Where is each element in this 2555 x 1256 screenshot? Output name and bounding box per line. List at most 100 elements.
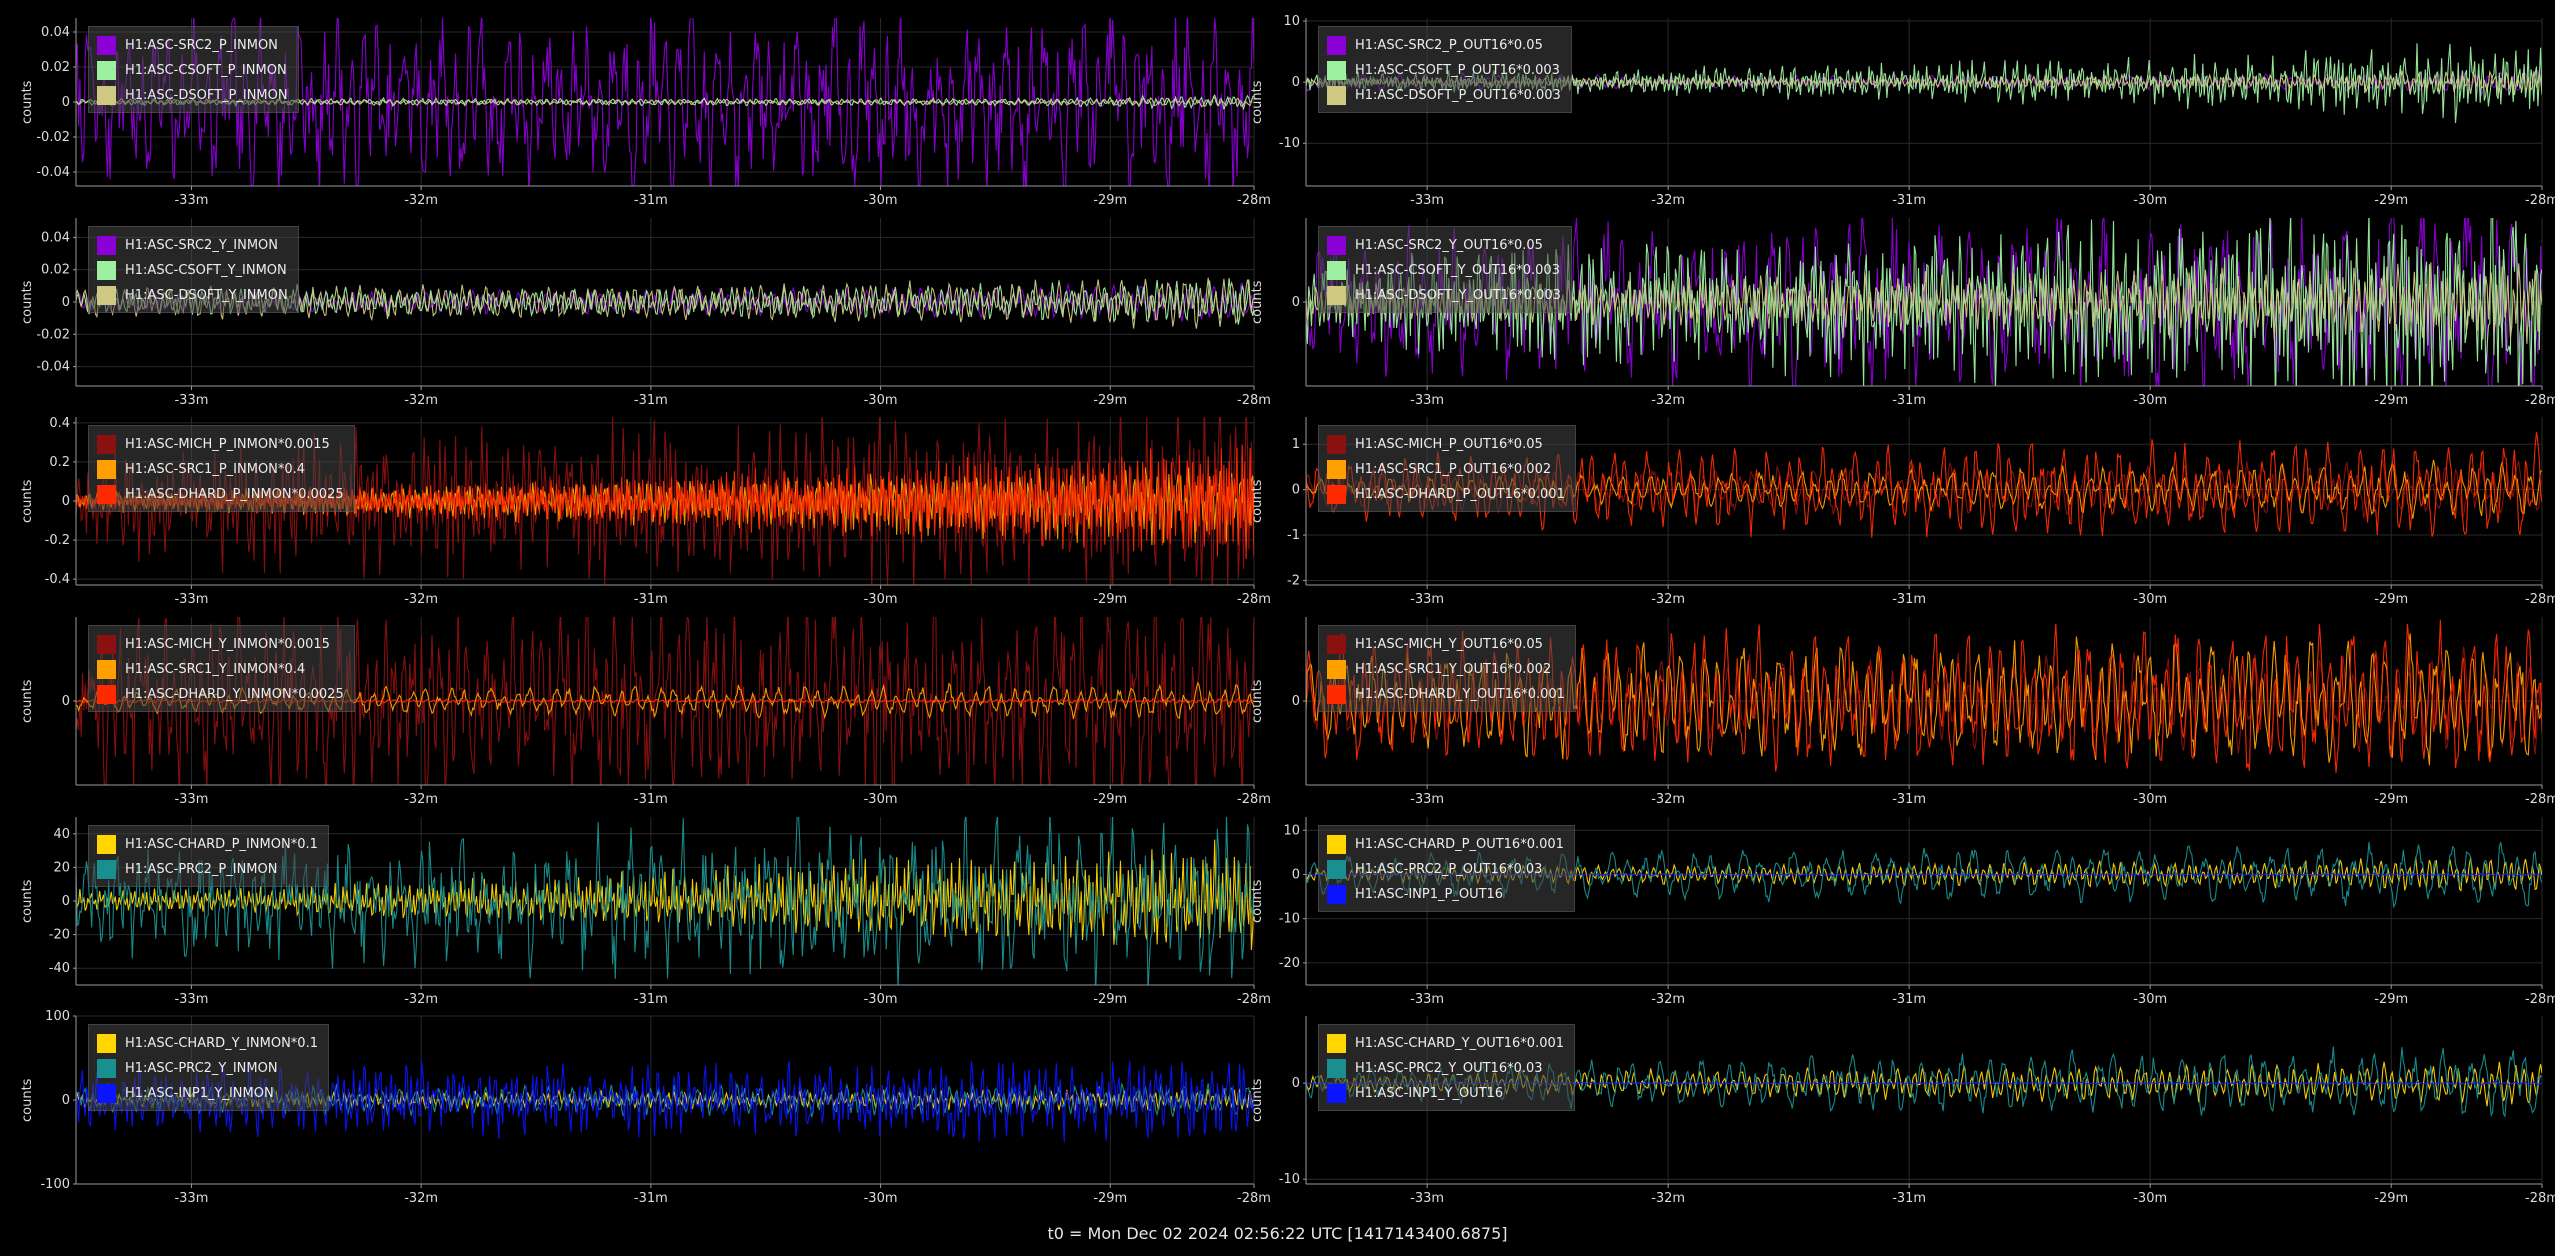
legend-entry[interactable]: H1:ASC-CSOFT_Y_OUT16*0.003 bbox=[1327, 258, 1561, 283]
legend-label: H1:ASC-MICH_P_OUT16*0.05 bbox=[1355, 437, 1543, 452]
y-tick-label: 0 bbox=[1292, 483, 1300, 498]
legend-entry[interactable]: H1:ASC-CSOFT_P_INMON bbox=[97, 58, 288, 83]
x-tick-label: -30m bbox=[2133, 193, 2167, 208]
legend-entry[interactable]: H1:ASC-INP1_P_OUT16 bbox=[1327, 882, 1564, 907]
legend-entry[interactable]: H1:ASC-CHARD_Y_OUT16*0.001 bbox=[1327, 1031, 1564, 1056]
x-tick-label: -29m bbox=[1093, 592, 1127, 607]
legend-entry[interactable]: H1:ASC-SRC1_P_INMON*0.4 bbox=[97, 457, 344, 482]
legend-entry[interactable]: H1:ASC-INP1_Y_INMON bbox=[97, 1081, 318, 1106]
legend: H1:ASC-SRC2_P_OUT16*0.05 H1:ASC-CSOFT_P_O… bbox=[1318, 26, 1572, 113]
legend-entry[interactable]: H1:ASC-SRC2_Y_OUT16*0.05 bbox=[1327, 233, 1561, 258]
x-tick-label: -28m bbox=[1237, 792, 1271, 807]
y-tick-label: 0.04 bbox=[41, 230, 70, 245]
x-tick-label: -32m bbox=[1651, 1191, 1685, 1206]
x-tick-label: -33m bbox=[174, 193, 208, 208]
legend-label: H1:ASC-SRC1_P_INMON*0.4 bbox=[125, 462, 306, 477]
y-tick-label: -100 bbox=[40, 1177, 70, 1192]
legend-swatch bbox=[1327, 61, 1346, 80]
legend-entry[interactable]: H1:ASC-CHARD_P_INMON*0.1 bbox=[97, 832, 318, 857]
legend-label: H1:ASC-MICH_P_INMON*0.0015 bbox=[125, 437, 330, 452]
y-tick-label: 0 bbox=[62, 95, 70, 110]
legend-entry[interactable]: H1:ASC-SRC2_P_OUT16*0.05 bbox=[1327, 33, 1561, 58]
legend-label: H1:ASC-MICH_Y_INMON*0.0015 bbox=[125, 637, 330, 652]
x-tick-label: -28m bbox=[2525, 393, 2555, 408]
x-tick-label: -31m bbox=[1892, 393, 1926, 408]
legend-entry[interactable]: H1:ASC-MICH_P_INMON*0.0015 bbox=[97, 432, 344, 457]
legend-swatch bbox=[97, 635, 116, 654]
legend-label: H1:ASC-DSOFT_Y_INMON bbox=[125, 288, 288, 303]
legend-entry[interactable]: H1:ASC-DSOFT_P_INMON bbox=[97, 83, 288, 108]
legend-entry[interactable]: H1:ASC-INP1_Y_OUT16 bbox=[1327, 1081, 1564, 1106]
legend-entry[interactable]: H1:ASC-PRC2_P_OUT16*0.03 bbox=[1327, 857, 1564, 882]
x-tick-label: -31m bbox=[1892, 1191, 1926, 1206]
plot-panel-10: 10 0 -10 -20 -33m -32m -31m -30m -29m -28m counts H… bbox=[1250, 817, 2555, 1007]
legend-entry[interactable]: H1:ASC-MICH_Y_INMON*0.0015 bbox=[97, 632, 344, 657]
legend-entry[interactable]: H1:ASC-DHARD_Y_OUT16*0.001 bbox=[1327, 682, 1565, 707]
plot-panel-8: 0 -33m -32m -31m -30m -29m -28m counts H1:ASC-MI… bbox=[1250, 617, 2555, 807]
x-tick-label: -31m bbox=[1892, 992, 1926, 1007]
legend-label: H1:ASC-MICH_Y_OUT16*0.05 bbox=[1355, 637, 1543, 652]
y-tick-label: 10 bbox=[1283, 14, 1300, 29]
x-tick-label: -32m bbox=[1651, 193, 1685, 208]
x-tick-label: -30m bbox=[2133, 1191, 2167, 1206]
y-tick-label: 0 bbox=[62, 295, 70, 310]
y-tick-label: 0 bbox=[62, 694, 70, 709]
legend-entry[interactable]: H1:ASC-CSOFT_Y_INMON bbox=[97, 258, 288, 283]
legend-entry[interactable]: H1:ASC-DSOFT_P_OUT16*0.003 bbox=[1327, 83, 1561, 108]
y-tick-label: 0.4 bbox=[49, 416, 70, 431]
legend-entry[interactable]: H1:ASC-DSOFT_Y_OUT16*0.003 bbox=[1327, 283, 1561, 308]
legend-entry[interactable]: H1:ASC-MICH_Y_OUT16*0.05 bbox=[1327, 632, 1565, 657]
legend-swatch bbox=[97, 685, 116, 704]
legend-entry[interactable]: H1:ASC-PRC2_Y_OUT16*0.03 bbox=[1327, 1056, 1564, 1081]
legend-label: H1:ASC-DSOFT_Y_OUT16*0.003 bbox=[1355, 288, 1561, 303]
y-tick-label: -40 bbox=[49, 961, 70, 976]
x-tick-label: -31m bbox=[634, 393, 668, 408]
legend-swatch bbox=[1327, 1059, 1346, 1078]
legend-label: H1:ASC-SRC2_Y_OUT16*0.05 bbox=[1355, 238, 1543, 253]
legend-entry[interactable]: H1:ASC-PRC2_Y_INMON bbox=[97, 1056, 318, 1081]
x-tick-label: -32m bbox=[1651, 792, 1685, 807]
legend-swatch bbox=[1327, 460, 1346, 479]
x-tick-label: -30m bbox=[2133, 592, 2167, 607]
legend-entry[interactable]: H1:ASC-CHARD_Y_INMON*0.1 bbox=[97, 1031, 318, 1056]
legend-entry[interactable]: H1:ASC-CHARD_P_OUT16*0.001 bbox=[1327, 832, 1564, 857]
legend-entry[interactable]: H1:ASC-SRC1_P_OUT16*0.002 bbox=[1327, 457, 1565, 482]
legend-label: H1:ASC-DHARD_Y_INMON*0.0025 bbox=[125, 687, 344, 702]
legend-entry[interactable]: H1:ASC-SRC2_P_INMON bbox=[97, 33, 288, 58]
x-tick-label: -28m bbox=[1237, 592, 1271, 607]
y-tick-label: 0 bbox=[62, 894, 70, 909]
x-tick-label: -29m bbox=[2374, 592, 2408, 607]
x-tick-label: -32m bbox=[1651, 992, 1685, 1007]
x-tick-label: -28m bbox=[2525, 792, 2555, 807]
legend-swatch bbox=[1327, 236, 1346, 255]
y-tick-label: -1 bbox=[1287, 528, 1300, 543]
legend-label: H1:ASC-CHARD_Y_OUT16*0.001 bbox=[1355, 1036, 1565, 1051]
time-origin-footer: t0 = Mon Dec 02 2024 02:56:22 UTC [14171… bbox=[1047, 1224, 1508, 1243]
y-tick-label: -0.04 bbox=[36, 360, 70, 375]
legend-swatch bbox=[97, 660, 116, 679]
legend-entry[interactable]: H1:ASC-DHARD_Y_INMON*0.0025 bbox=[97, 682, 344, 707]
legend-entry[interactable]: H1:ASC-MICH_P_OUT16*0.05 bbox=[1327, 432, 1565, 457]
legend-swatch bbox=[97, 835, 116, 854]
legend-label: H1:ASC-PRC2_P_INMON bbox=[125, 862, 278, 877]
legend-entry[interactable]: H1:ASC-SRC1_Y_INMON*0.4 bbox=[97, 657, 344, 682]
legend-entry[interactable]: H1:ASC-SRC1_Y_OUT16*0.002 bbox=[1327, 657, 1565, 682]
x-tick-label: -31m bbox=[634, 592, 668, 607]
x-tick-label: -32m bbox=[404, 193, 438, 208]
y-tick-label: 0 bbox=[62, 1093, 70, 1108]
legend-entry[interactable]: H1:ASC-PRC2_P_INMON bbox=[97, 857, 318, 882]
x-tick-label: -32m bbox=[404, 393, 438, 408]
legend-entry[interactable]: H1:ASC-SRC2_Y_INMON bbox=[97, 233, 288, 258]
x-tick-label: -29m bbox=[2374, 393, 2408, 408]
legend-entry[interactable]: H1:ASC-DSOFT_Y_INMON bbox=[97, 283, 288, 308]
y-tick-label: -0.4 bbox=[45, 572, 70, 587]
legend-entry[interactable]: H1:ASC-DHARD_P_OUT16*0.001 bbox=[1327, 482, 1565, 507]
legend-entry[interactable]: H1:ASC-CSOFT_P_OUT16*0.003 bbox=[1327, 58, 1561, 83]
legend: H1:ASC-CHARD_Y_OUT16*0.001 H1:ASC-PRC2_Y_… bbox=[1318, 1024, 1576, 1111]
x-tick-label: -28m bbox=[2525, 592, 2555, 607]
y-axis-label: counts bbox=[1250, 1078, 1265, 1122]
legend-label: H1:ASC-SRC1_Y_INMON*0.4 bbox=[125, 662, 306, 677]
y-tick-label: 0 bbox=[62, 494, 70, 509]
legend: H1:ASC-CHARD_P_OUT16*0.001 H1:ASC-PRC2_P_… bbox=[1318, 825, 1575, 912]
legend-entry[interactable]: H1:ASC-DHARD_P_INMON*0.0025 bbox=[97, 482, 344, 507]
